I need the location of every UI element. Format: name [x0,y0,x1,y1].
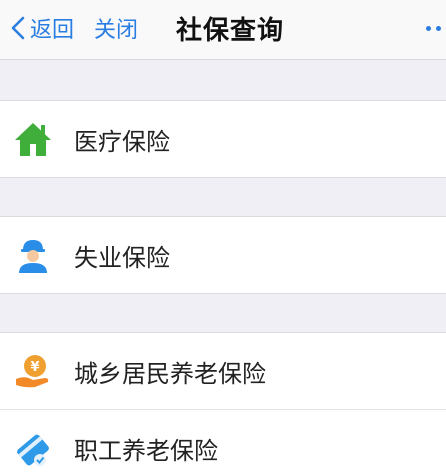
list-item-unemployment-insurance[interactable]: 失业保险 [0,216,446,294]
close-button[interactable]: 关闭 [94,10,138,46]
list-item-medical-insurance[interactable]: 医疗保险 [0,100,446,178]
list-item-label: 医疗保险 [74,127,170,156]
worker-icon [19,240,47,273]
more-dot [436,25,441,31]
list-item-resident-pension[interactable]: ¥ 城乡居民养老保险 [0,332,446,410]
nav-bar: 返回 关闭 社保查询 [0,0,446,60]
svg-text:¥: ¥ [30,360,39,375]
list-item-label: 职工养老保险 [74,436,218,465]
house-icon [15,123,51,156]
pension-coin-icon: ¥ [16,355,49,388]
back-button[interactable]: 返回 [8,10,74,46]
more-dots-icon [426,25,431,31]
page: 返回 关闭 社保查询 医疗保险 失业保险 ¥ 城乡居民养老保险 职工养老保险 [0,0,446,472]
page-title: 社保查询 [176,15,285,46]
list-item-employee-pension[interactable]: 职工养老保险 [0,409,446,472]
chevron-left-icon [11,16,25,40]
list-item-label: 失业保险 [74,243,170,272]
back-label: 返回 [30,18,75,43]
more-button[interactable] [426,10,446,46]
card-icon [17,434,49,466]
list-item-label: 城乡居民养老保险 [74,359,266,388]
